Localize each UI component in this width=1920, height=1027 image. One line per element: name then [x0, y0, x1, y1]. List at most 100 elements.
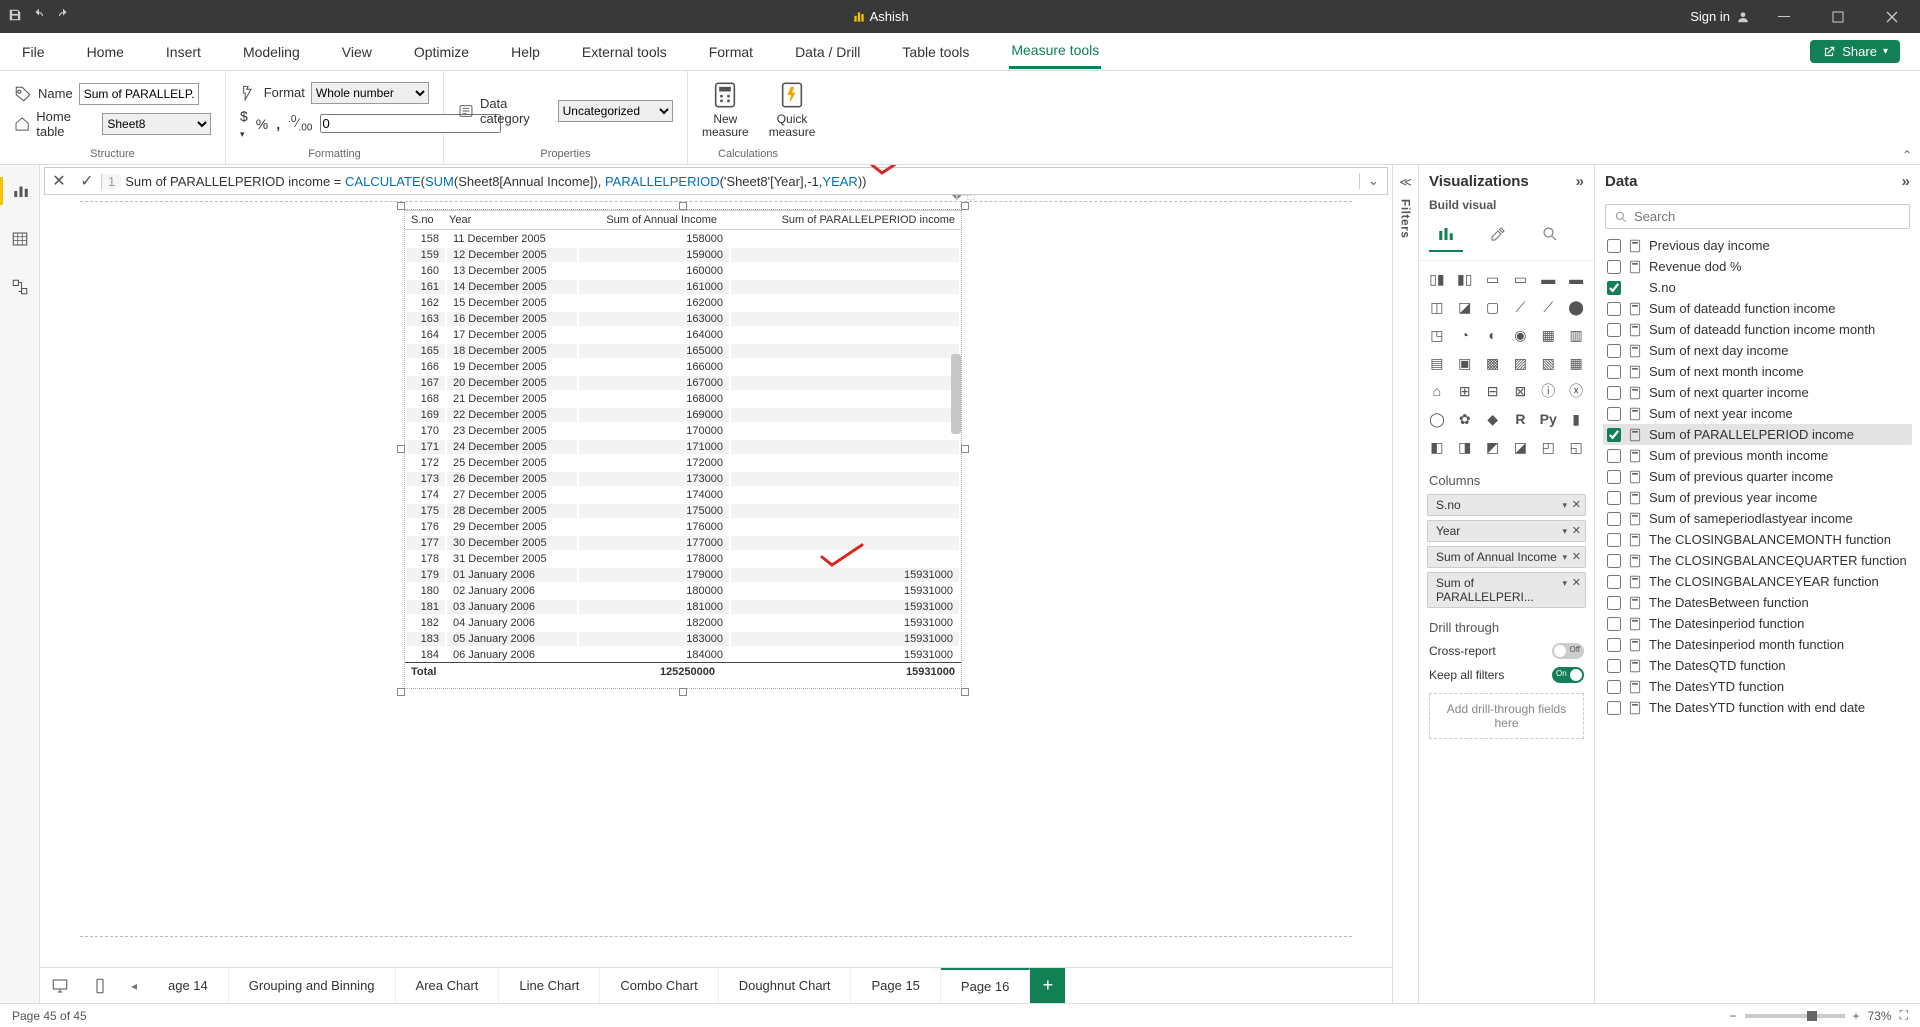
table-row[interactable]: 17629 December 2005176000 [407, 520, 959, 534]
field-4[interactable]: Sum of dateadd function income month [1603, 319, 1912, 340]
tab-data-drill[interactable]: Data / Drill [793, 36, 862, 68]
viz-type-8[interactable]: ▢ [1481, 295, 1505, 319]
field-pill-annual[interactable]: Sum of Annual Income▾✕ [1427, 546, 1586, 568]
field-checkbox[interactable] [1607, 323, 1621, 337]
formula-text[interactable]: Sum of PARALLELPERIOD income = CALCULATE… [121, 174, 1359, 189]
visual-more-icon[interactable]: ⋯ [977, 195, 989, 203]
field-13[interactable]: Sum of sameperiodlastyear income [1603, 508, 1912, 529]
viz-type-38[interactable]: ◩ [1481, 435, 1505, 459]
tab-measure-tools[interactable]: Measure tools [1009, 34, 1101, 69]
page-tab-combo[interactable]: Combo Chart [600, 968, 718, 1004]
table-row[interactable]: 16417 December 2005164000 [407, 328, 959, 342]
table-row[interactable]: 15811 December 2005158000 [407, 232, 959, 246]
filters-pane-collapsed[interactable]: ≪ Filters [1392, 165, 1418, 1003]
visual-filter-icon[interactable]: �⿻ [951, 195, 975, 203]
chevron-down-icon[interactable]: ▾ [1562, 552, 1567, 563]
cross-report-toggle[interactable]: Off [1552, 643, 1584, 659]
field-1[interactable]: Revenue dod % [1603, 256, 1912, 277]
tab-help[interactable]: Help [509, 36, 542, 68]
mobile-view-icon[interactable] [80, 968, 120, 1004]
add-page-button[interactable]: + [1030, 968, 1066, 1004]
table-row[interactable]: 17528 December 2005175000 [407, 504, 959, 518]
tab-view[interactable]: View [340, 36, 374, 68]
table-row[interactable]: 17831 December 2005178000 [407, 552, 959, 566]
field-11[interactable]: Sum of previous quarter income [1603, 466, 1912, 487]
tab-optimize[interactable]: Optimize [412, 36, 471, 68]
table-row[interactable]: 16013 December 2005160000 [407, 264, 959, 278]
field-19[interactable]: The Datesinperiod month function [1603, 634, 1912, 655]
field-checkbox[interactable] [1607, 239, 1621, 253]
formula-cancel-icon[interactable]: ✕ [45, 171, 73, 191]
field-checkbox[interactable] [1607, 596, 1621, 610]
field-checkbox[interactable] [1607, 659, 1621, 673]
field-8[interactable]: Sum of next year income [1603, 403, 1912, 424]
field-checkbox[interactable] [1607, 407, 1621, 421]
viz-type-25[interactable]: ⊞ [1453, 379, 1477, 403]
viz-type-11[interactable]: ⬤ [1564, 295, 1588, 319]
search-box[interactable] [1605, 204, 1910, 229]
viz-type-2[interactable]: ▭ [1481, 267, 1505, 291]
name-input[interactable] [79, 83, 199, 105]
fit-page-icon[interactable]: ⛶ [1900, 1008, 1908, 1023]
viz-type-37[interactable]: ◨ [1453, 435, 1477, 459]
field-pill-year[interactable]: Year▾✕ [1427, 520, 1586, 542]
field-16[interactable]: The CLOSINGBALANCEYEAR function [1603, 571, 1912, 592]
undo-icon[interactable] [32, 8, 46, 25]
viz-type-18[interactable]: ▤ [1425, 351, 1449, 375]
table-row[interactable]: 18103 January 200618100015931000 [407, 600, 959, 614]
viz-type-20[interactable]: ▩ [1481, 351, 1505, 375]
page-prev-icon[interactable]: ◂ [120, 979, 148, 993]
maximize-button[interactable] [1818, 0, 1858, 33]
zoom-out-icon[interactable]: − [1730, 1009, 1737, 1023]
table-row[interactable]: 17023 December 2005170000 [407, 424, 959, 438]
model-view-icon[interactable] [6, 273, 34, 301]
table-row[interactable]: 18002 January 200618000015931000 [407, 584, 959, 598]
table-row[interactable]: 16114 December 2005161000 [407, 280, 959, 294]
filters-expand-icon[interactable]: ≪ [1399, 175, 1412, 189]
field-checkbox[interactable] [1607, 575, 1621, 589]
remove-field-icon[interactable]: ✕ [1572, 498, 1581, 511]
viz-type-14[interactable]: ◐ [1481, 323, 1505, 347]
field-checkbox[interactable] [1607, 533, 1621, 547]
table-row[interactable]: 16518 December 2005165000 [407, 344, 959, 358]
field-checkbox[interactable] [1607, 386, 1621, 400]
drill-drop-area[interactable]: Add drill-through fields here [1429, 693, 1584, 739]
field-checkbox[interactable] [1607, 281, 1621, 295]
home-table-select[interactable]: Sheet8 [102, 113, 211, 135]
table-row[interactable]: 16922 December 2005169000 [407, 408, 959, 422]
viz-type-3[interactable]: ▭ [1509, 267, 1533, 291]
field-checkbox[interactable] [1607, 365, 1621, 379]
viz-type-28[interactable]: ⓘ [1536, 379, 1560, 403]
viz-type-5[interactable]: ▬ [1564, 267, 1588, 291]
zoom-in-icon[interactable]: + [1853, 1009, 1860, 1023]
page-tab-doughnut[interactable]: Doughnut Chart [719, 968, 852, 1004]
remove-field-icon[interactable]: ✕ [1572, 576, 1581, 589]
table-row[interactable]: 17901 January 200617900015931000 [407, 568, 959, 582]
table-row[interactable]: 16821 December 2005168000 [407, 392, 959, 406]
page-tab-line[interactable]: Line Chart [499, 968, 600, 1004]
page-tab-grouping[interactable]: Grouping and Binning [229, 968, 396, 1004]
col-year[interactable]: Year [443, 211, 573, 230]
data-collapse-icon[interactable]: » [1902, 173, 1910, 190]
viz-type-26[interactable]: ⊟ [1481, 379, 1505, 403]
viz-type-30[interactable]: ◯ [1425, 407, 1449, 431]
field-2[interactable]: S.no [1603, 277, 1912, 298]
field-checkbox[interactable] [1607, 260, 1621, 274]
viz-type-33[interactable]: R [1509, 407, 1533, 431]
viz-type-16[interactable]: ▦ [1536, 323, 1560, 347]
table-row[interactable]: 16215 December 2005162000 [407, 296, 959, 310]
viz-type-32[interactable]: ◆ [1481, 407, 1505, 431]
viz-type-9[interactable]: ⟋ [1509, 295, 1533, 319]
chevron-down-icon[interactable]: ▾ [1562, 578, 1567, 589]
data-view-icon[interactable] [6, 225, 34, 253]
formula-bar[interactable]: ✕ ✓ 1 Sum of PARALLELPERIOD income = CAL… [44, 167, 1388, 195]
viz-type-1[interactable]: ▮▯ [1453, 267, 1477, 291]
field-checkbox[interactable] [1607, 449, 1621, 463]
field-checkbox[interactable] [1607, 554, 1621, 568]
viz-type-6[interactable]: ◫ [1425, 295, 1449, 319]
decimal-toggle-icon[interactable]: .0⁄.00 [288, 114, 312, 133]
table-row[interactable]: 18204 January 200618200015931000 [407, 616, 959, 630]
field-checkbox[interactable] [1607, 680, 1621, 694]
tab-home[interactable]: Home [85, 36, 126, 68]
analytics-tab[interactable] [1533, 218, 1567, 252]
